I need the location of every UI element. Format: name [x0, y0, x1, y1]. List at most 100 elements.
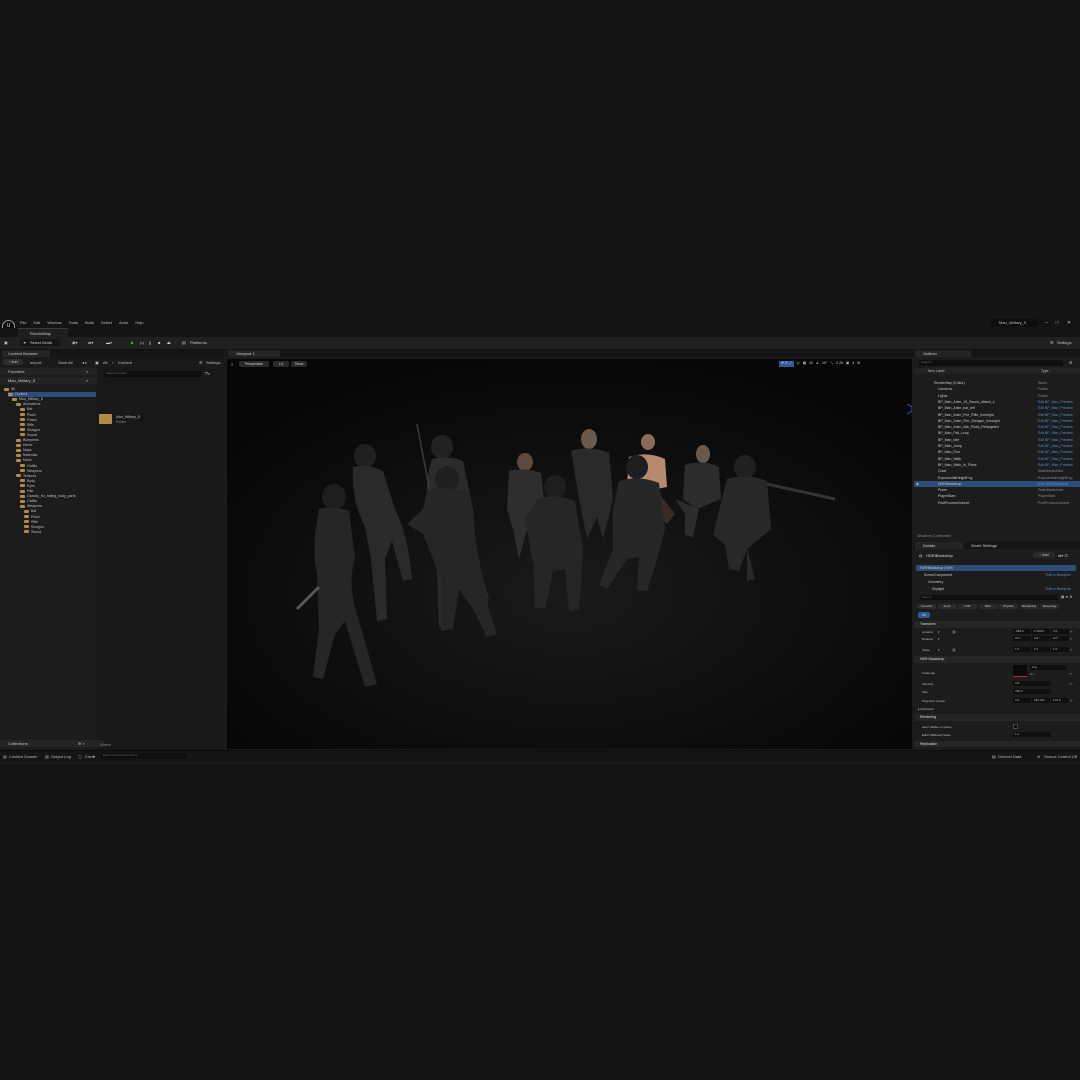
outliner-item-type[interactable]: Edit BP_Man_Preview [1038, 437, 1073, 443]
menu-tools[interactable]: Tools [69, 320, 78, 325]
outliner-item-type[interactable]: Edit BP_Man_Preview [1038, 412, 1073, 418]
outliner-item-type[interactable]: Edit BP_Man_Preview [1038, 418, 1073, 424]
source-control-button[interactable]: Source Control Off [1044, 754, 1077, 759]
derived-data-icon[interactable]: ▤ [992, 754, 996, 759]
outliner-item-type[interactable]: Edit BP_Man_Preview [1038, 449, 1073, 455]
hdri-backdrop-section[interactable]: HDRI Backdrop [914, 656, 1080, 663]
outliner-row[interactable]: PostProcessVolume PostProcessVolume [914, 500, 1080, 506]
rotation-z-field[interactable]: 0.0 ° [1051, 636, 1069, 641]
outliner-row[interactable]: BP_Man_Walk_In_Place Edit BP_Man_Preview [914, 462, 1080, 468]
eject-icon[interactable]: ⏏ [167, 340, 171, 345]
scale-x-field[interactable]: 1.0 [1013, 647, 1031, 652]
camera-speed-icon[interactable]: ▣ [846, 361, 849, 367]
scale-z-field[interactable]: 1.0 [1051, 647, 1069, 652]
play-icon[interactable]: ▶ [131, 340, 134, 345]
projection-x-field[interactable]: 0.0 [1013, 698, 1031, 703]
cubemap-browse-icon[interactable]: ⊙ ⌕ [1030, 672, 1035, 676]
menu-window[interactable]: Window [47, 320, 61, 325]
menu-actor[interactable]: Actor [119, 320, 128, 325]
derived-data-button[interactable]: Derived Data [998, 754, 1021, 759]
outliner-row[interactable]: ◉ HDRIBackdrop Edit HDRIBackdrop [914, 480, 1080, 487]
settings-button[interactable]: Settings [1057, 340, 1071, 345]
platforms-icon[interactable]: ▤ [182, 340, 186, 345]
details-view-options-icon[interactable]: ▦ ★ ⚙ [1061, 595, 1073, 599]
cb-settings-icon[interactable]: ⚙ [199, 360, 203, 365]
scale-snap-value[interactable]: 0.25 [836, 361, 843, 367]
filter-tab[interactable]: Streaming [1040, 604, 1059, 609]
blueprint-icon[interactable]: ⇄▾ [88, 340, 93, 345]
location-dropdown-icon[interactable]: ▾ [938, 630, 940, 634]
breadcrumb-content[interactable]: Content [118, 360, 132, 365]
edit-in-blueprint-link[interactable]: Edit in Blueprint [1046, 586, 1071, 592]
viewport-tab[interactable]: Viewport 1 [228, 350, 280, 357]
menu-edit[interactable]: Edit [33, 320, 40, 325]
rotation-x-field[interactable]: 0.0 ° [1013, 636, 1031, 641]
outliner-row[interactable]: Plane StaticMeshActor [914, 487, 1080, 493]
projection-y-field[interactable]: 182.241 [1032, 698, 1050, 703]
menu-help[interactable]: Help [135, 320, 143, 325]
component-row[interactable]: HDRIBackdrop (Self) [916, 565, 1076, 571]
replication-section[interactable]: Replication [914, 741, 1080, 747]
transform-tools-icon[interactable]: ✥ ⟳ ⤢ [779, 361, 794, 367]
outliner-item-type[interactable]: Edit BP_Man_Preview [1038, 462, 1073, 468]
component-row[interactable]: Skylight Edit in Blueprint [916, 586, 1076, 592]
breadcrumb-all[interactable]: All [103, 360, 107, 365]
source-control-icon[interactable]: ⊘ [1037, 754, 1040, 759]
project-header[interactable]: Man_Military_5 [0, 377, 104, 384]
scale-snap-icon[interactable]: ⤡ [830, 361, 833, 367]
transform-section[interactable]: Transform [914, 621, 1080, 628]
outliner-row[interactable]: BP_Man_Anim_15_Sword_Attack_4 Edit BP_Man… [914, 399, 1080, 405]
outliner-col-label[interactable]: Item Label [928, 369, 944, 373]
level-viewport[interactable]: ≡ Perspective Lit Show ✥ ⟳ ⤢ ◎ ▦ 10 ∡ 10… [227, 359, 912, 749]
outliner-col-type[interactable]: Type [1041, 369, 1049, 373]
scale-y-field[interactable]: 1.0 [1032, 647, 1050, 652]
viewport-menu-icon[interactable]: ≡ [231, 362, 233, 367]
rotation-snap-icon[interactable]: ∡ [816, 361, 819, 367]
settings-icon[interactable]: ⚙ [1050, 340, 1054, 345]
scale-lock-icon[interactable]: ⛓ [952, 648, 956, 652]
cubemap-reset-icon[interactable]: ↶ [1070, 672, 1073, 676]
scale-reset-icon[interactable]: ↶ [1070, 648, 1073, 652]
collections-header[interactable]: Collections [0, 740, 104, 747]
outliner-tab[interactable]: Outliner [915, 350, 971, 357]
menu-file[interactable]: File [20, 320, 26, 325]
outliner-row[interactable]: BP_Man_Anim_bat_left Edit BP_Man_Preview [914, 405, 1080, 411]
menu-select[interactable]: Select [101, 320, 112, 325]
folder-icon[interactable] [99, 414, 112, 424]
outliner-row[interactable]: RenderMap (Editor) World [914, 380, 1080, 386]
details-add-button[interactable]: + Add [1033, 552, 1055, 558]
menu-build[interactable]: Build [85, 320, 94, 325]
outliner-row[interactable]: ExponentialHeightFog ExponentialHeightFog [914, 475, 1080, 481]
outliner-row[interactable]: BP_Man_Anim_Fire_Shotgun_Ironsight Edit B… [914, 418, 1080, 424]
outliner-row[interactable]: BP_Man_Idle Edit BP_Man_Preview [914, 437, 1080, 443]
component-row[interactable]: Geometry [916, 579, 1076, 585]
content-search-input[interactable]: Search Content [104, 371, 202, 377]
folder-tree-item[interactable]: Sword [24, 530, 41, 535]
rotation-y-field[interactable]: 0.0 ° [1032, 636, 1050, 641]
location-lock-icon[interactable]: ⛓ [952, 630, 956, 634]
rotation-dropdown-icon[interactable]: ▾ [938, 637, 940, 641]
billboard-scale-field[interactable]: 1.0 [1013, 732, 1051, 737]
close-icon[interactable]: ✕ [1067, 320, 1071, 326]
save-icon[interactable]: ▣ [4, 340, 8, 345]
add-button[interactable]: + Add [3, 359, 23, 365]
cinematics-icon[interactable]: ▬▾ [106, 340, 112, 345]
world-local-icon[interactable]: ◎ [797, 361, 800, 367]
intensity-reset-icon[interactable]: ↶ [1070, 682, 1073, 686]
maximize-icon[interactable]: □ [1056, 320, 1059, 326]
outliner-item-type[interactable]: Edit BP_Man_Preview [1038, 430, 1073, 436]
outliner-row[interactable]: Cube StaticMeshActor [914, 468, 1080, 474]
filter-tab[interactable]: Rendering [1019, 604, 1039, 609]
outliner-item-type[interactable]: Edit BP_Man_Preview [1038, 443, 1073, 449]
outliner-row[interactable]: BP_Man_Anim_Fire_Rifle_Ironsight Edit BP_… [914, 412, 1080, 418]
filter-tab[interactable]: Physics [999, 604, 1018, 609]
location-x-field[interactable]: -188.0 [1013, 629, 1031, 634]
cb-settings-button[interactable]: Settings [206, 360, 220, 365]
filter-tab[interactable]: General [917, 604, 936, 609]
favorites-header[interactable]: Favorites [0, 368, 104, 375]
level-tab[interactable]: RenderMap [18, 328, 68, 337]
content-drawer-button[interactable]: Content Drawer [9, 754, 37, 759]
console-command-input[interactable]: Enter Console Command [101, 753, 187, 759]
size-field[interactable]: 700.0 [1013, 689, 1051, 694]
world-settings-tab[interactable]: World Settings [963, 542, 1021, 549]
